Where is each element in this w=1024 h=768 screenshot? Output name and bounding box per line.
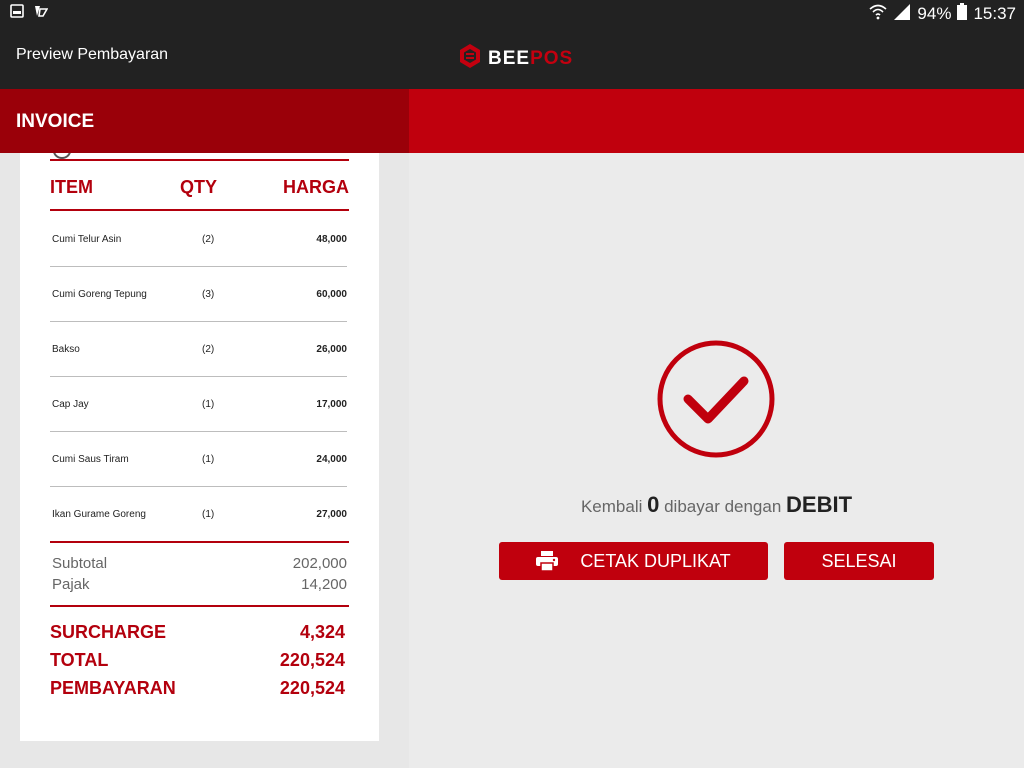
payment-result-pane: Kembali 0 dibayar dengan DEBIT CETAK DUP… xyxy=(409,153,1024,768)
row-item-price: 27,000 xyxy=(316,509,347,520)
payment-method: DEBIT xyxy=(786,492,853,517)
print-duplicate-button[interactable]: CETAK DUPLIKAT xyxy=(499,542,768,580)
image-notification-icon xyxy=(10,4,24,23)
printer-icon xyxy=(536,551,559,571)
app-bar: Preview Pembayaran BEEPOS xyxy=(0,25,1024,89)
row-item-price: 24,000 xyxy=(316,454,347,465)
payment-value: 220,524 xyxy=(279,678,345,698)
row-item-qty: (3) xyxy=(202,289,215,300)
row-item-qty: (2) xyxy=(202,344,215,355)
logo-text-bee: BEE xyxy=(488,47,531,69)
invoice-header: INVOICE xyxy=(0,89,409,153)
row-item-name: Cumi Goreng Tepung xyxy=(52,289,147,300)
app-notification-icon xyxy=(34,4,49,23)
checkmark-circle-icon xyxy=(656,339,776,464)
row-item-qty: (1) xyxy=(202,509,215,520)
paid-with-label: dibayar dengan xyxy=(664,497,782,516)
change-label: Kembali xyxy=(580,497,643,516)
clock: 15:37 xyxy=(973,4,1016,23)
row-divider xyxy=(50,321,347,322)
header-band: INVOICE xyxy=(0,89,1024,153)
payment-message: Kembali 0 dibayar dengan DEBIT xyxy=(409,492,1024,518)
row-item-qty: (1) xyxy=(202,454,215,465)
row-divider xyxy=(50,431,347,432)
payment-label: PEMBAYARAN xyxy=(50,678,176,698)
surcharge-label: SURCHARGE xyxy=(50,622,167,642)
column-header-price: HARGA xyxy=(283,177,349,197)
divider xyxy=(50,159,349,161)
surcharge-value: 4,324 xyxy=(299,622,345,642)
receipt-paper: ITEM QTY HARGA Cumi Telur Asin (2) 48,00… xyxy=(20,153,379,741)
row-item-name: Ikan Gurame Goreng xyxy=(52,509,146,520)
tax-label: Pajak xyxy=(52,576,90,593)
column-header-qty: QTY xyxy=(180,177,218,197)
row-divider xyxy=(50,486,347,487)
subtotal-label: Subtotal xyxy=(52,555,108,572)
status-bar: 94% 15:37 xyxy=(0,0,1024,25)
done-button[interactable]: SELESAI xyxy=(784,542,934,580)
row-item-price: 60,000 xyxy=(316,289,347,300)
divider xyxy=(50,209,349,211)
beepos-logo-icon xyxy=(458,43,482,74)
tax-value: 14,200 xyxy=(301,576,347,593)
row-item-name: Bakso xyxy=(52,344,80,355)
signal-icon xyxy=(893,3,911,25)
change-amount: 0 xyxy=(647,492,660,517)
invoice-pane[interactable]: ITEM QTY HARGA Cumi Telur Asin (2) 48,00… xyxy=(0,153,409,768)
row-divider xyxy=(50,376,347,377)
total-label: TOTAL xyxy=(50,650,109,670)
print-duplicate-label: CETAK DUPLIKAT xyxy=(580,550,731,571)
divider xyxy=(50,605,349,607)
done-label: SELESAI xyxy=(821,550,897,571)
battery-icon xyxy=(957,3,968,25)
battery-percentage: 94% xyxy=(917,4,952,23)
divider xyxy=(50,541,349,543)
wifi-icon xyxy=(869,4,887,25)
row-item-price: 48,000 xyxy=(316,234,347,245)
row-item-price: 17,000 xyxy=(316,399,347,410)
invoice-title: INVOICE xyxy=(16,111,95,132)
row-item-qty: (1) xyxy=(202,399,215,410)
beepos-logo: BEEPOS xyxy=(458,43,573,74)
total-value: 220,524 xyxy=(279,650,345,670)
row-item-qty: (2) xyxy=(202,234,215,245)
column-header-item: ITEM xyxy=(50,177,93,197)
row-item-name: Cap Jay xyxy=(52,399,89,410)
subtotal-value: 202,000 xyxy=(292,555,347,572)
logo-text-pos: POS xyxy=(530,47,574,69)
row-item-name: Cumi Telur Asin xyxy=(52,234,122,245)
row-item-price: 26,000 xyxy=(316,344,347,355)
row-divider xyxy=(50,266,347,267)
row-item-name: Cumi Saus Tiram xyxy=(52,454,129,465)
page-title: Preview Pembayaran xyxy=(16,46,169,63)
